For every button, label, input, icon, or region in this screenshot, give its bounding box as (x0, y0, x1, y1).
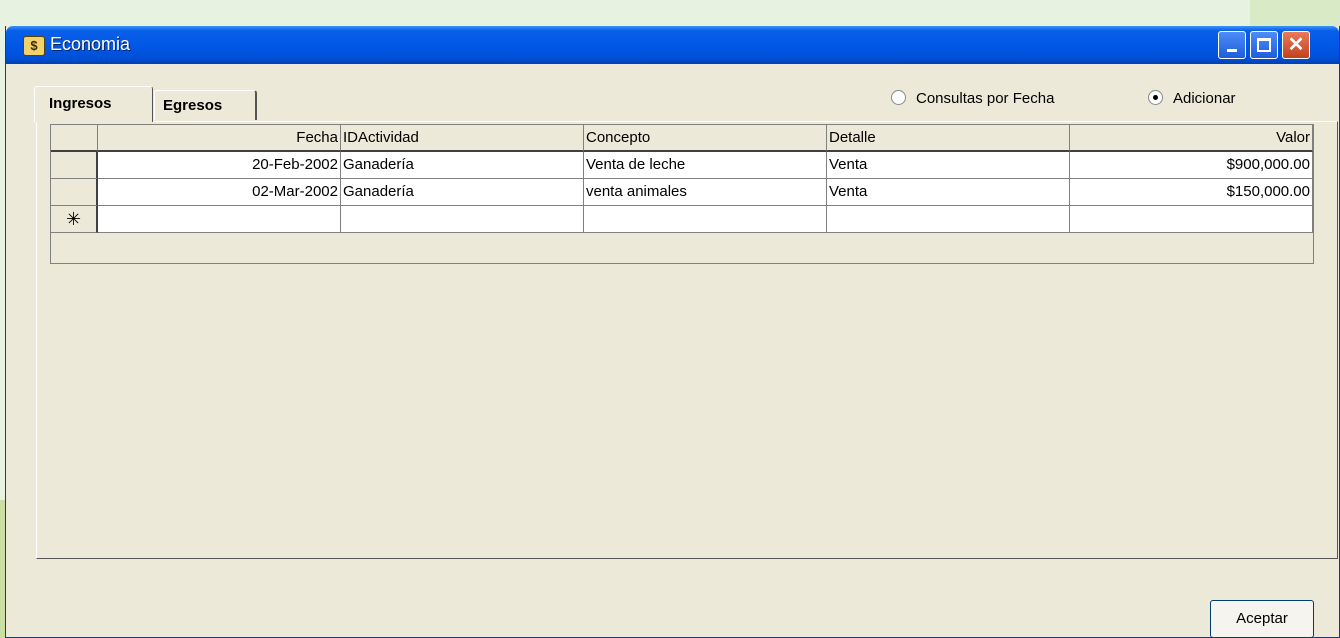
row-selector[interactable] (51, 179, 98, 206)
consultas-por-fecha-radio[interactable]: Consultas por Fecha (891, 90, 1054, 107)
column-header-fecha[interactable]: Fecha (98, 125, 341, 152)
title-bar[interactable]: $ Economia ✕ (6, 26, 1339, 64)
cell-idactividad[interactable]: Ganadería (341, 152, 584, 179)
cell-fecha[interactable]: 02-Mar-2002 (98, 179, 341, 206)
radio-label: Consultas por Fecha (916, 90, 1055, 107)
aceptar-button[interactable]: Aceptar (1210, 600, 1314, 638)
new-row-cell[interactable] (827, 206, 1070, 233)
column-header-idactividad[interactable]: IDActividad (341, 125, 584, 152)
column-header-concepto[interactable]: Concepto (584, 125, 827, 152)
window-title: Economia (50, 34, 131, 54)
close-button[interactable]: ✕ (1282, 31, 1310, 59)
tab-ingresos[interactable]: Ingresos (34, 86, 153, 122)
adicionar-radio[interactable]: Adicionar (1148, 90, 1236, 107)
minimize-icon (1227, 49, 1237, 52)
cell-detalle[interactable]: Venta (827, 152, 1070, 179)
cell-fecha[interactable]: 20-Feb-2002 (98, 152, 341, 179)
minimize-button[interactable] (1218, 31, 1246, 59)
app-icon: $ (23, 36, 45, 56)
cell-valor[interactable]: $900,000.00 (1070, 152, 1313, 179)
cell-concepto[interactable]: Venta de leche (584, 152, 827, 179)
radio-unchecked-icon (891, 90, 906, 105)
cell-concepto[interactable]: venta animales (584, 179, 827, 206)
cell-detalle[interactable]: Venta (827, 179, 1070, 206)
data-grid[interactable]: Fecha IDActividad Concepto Detalle Valor… (50, 124, 1314, 264)
column-header-detalle[interactable]: Detalle (827, 125, 1070, 152)
maximize-button[interactable] (1250, 31, 1278, 59)
new-row-cell[interactable] (1070, 206, 1313, 233)
maximize-icon (1257, 38, 1271, 52)
new-row-cell[interactable] (98, 206, 341, 233)
grid-corner[interactable] (51, 125, 98, 152)
radio-checked-icon (1148, 90, 1163, 105)
new-row-cell[interactable] (584, 206, 827, 233)
new-row-marker-icon[interactable]: ✳ (51, 206, 98, 233)
column-header-valor[interactable]: Valor (1070, 125, 1313, 152)
cell-valor[interactable]: $150,000.00 (1070, 179, 1313, 206)
new-row-cell[interactable] (341, 206, 584, 233)
tab-egresos[interactable]: Egresos (154, 90, 257, 120)
row-selector[interactable] (51, 152, 98, 179)
cell-idactividad[interactable]: Ganadería (341, 179, 584, 206)
close-icon: ✕ (1287, 34, 1305, 56)
radio-label: Adicionar (1173, 90, 1236, 107)
economia-window: $ Economia ✕ Ingresos Egresos Consultas … (5, 26, 1340, 638)
